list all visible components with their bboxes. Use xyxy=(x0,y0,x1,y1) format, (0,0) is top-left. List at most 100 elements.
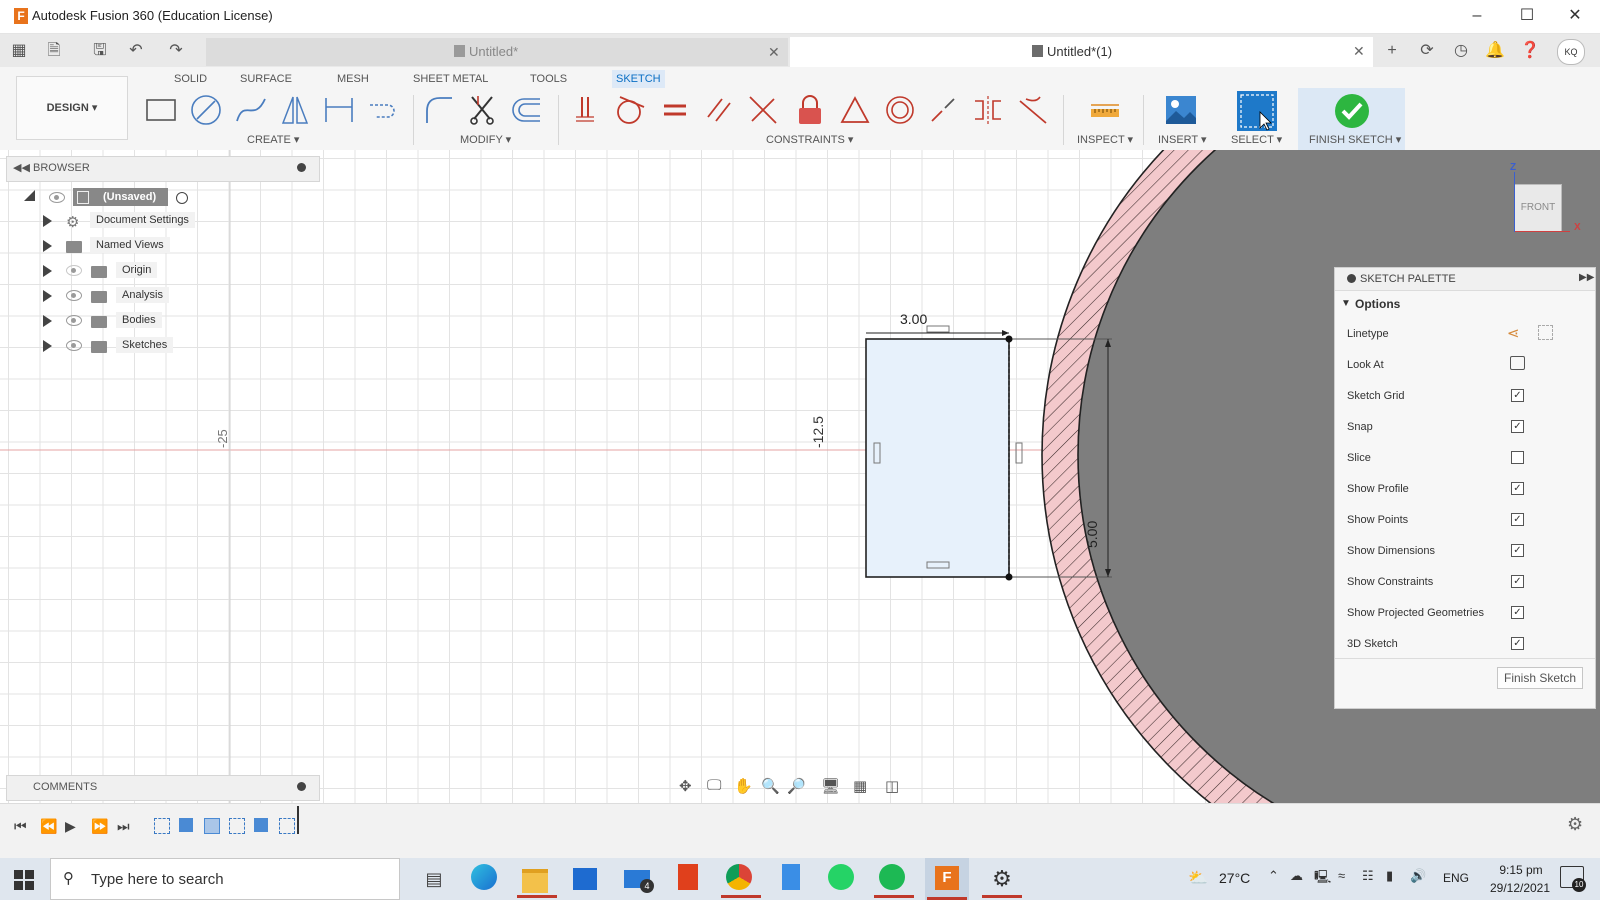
timeline-settings-gear-icon[interactable]: ⚙ xyxy=(1567,814,1583,835)
go-to-start-icon[interactable]: ⏮ xyxy=(14,818,27,835)
task-view-icon[interactable]: ▤ xyxy=(419,864,449,894)
wifi-icon[interactable]: ≈ xyxy=(1338,868,1345,883)
tab-mesh[interactable]: MESH xyxy=(333,70,373,88)
dimension-tool-icon[interactable] xyxy=(322,93,356,127)
show-constraints-checkbox[interactable]: ✓ xyxy=(1511,575,1524,588)
tab-tools[interactable]: TOOLS xyxy=(526,70,571,88)
minimize-button[interactable]: – xyxy=(1462,6,1492,26)
edge-browser-icon[interactable] xyxy=(471,864,501,894)
expand-palette-icon[interactable]: ▶▶ xyxy=(1579,272,1594,283)
modify-menu[interactable]: MODIFY ▾ xyxy=(460,133,511,146)
volume-icon[interactable]: 🔊 xyxy=(1410,868,1426,884)
pin-icon[interactable] xyxy=(297,163,306,172)
office-icon[interactable] xyxy=(675,864,705,894)
mail-icon[interactable]: 4 xyxy=(624,864,654,894)
whatsapp-icon[interactable] xyxy=(828,864,858,894)
file-menu-icon[interactable]: 🗎 xyxy=(42,40,66,62)
redo-icon[interactable]: ↷ xyxy=(164,40,188,62)
show-points-checkbox[interactable]: ✓ xyxy=(1511,513,1524,526)
grid-settings-icon[interactable]: ▦ xyxy=(853,777,867,795)
width-dimension-label[interactable]: 3.00 xyxy=(900,311,927,327)
collinear-constraint-icon[interactable] xyxy=(926,93,960,127)
collapse-caret-icon[interactable]: ▼ xyxy=(1341,298,1351,309)
viewports-icon[interactable]: ◫ xyxy=(885,777,899,795)
network-icon[interactable]: ☷ xyxy=(1362,868,1374,884)
expand-arrow-icon[interactable] xyxy=(43,215,52,227)
document-app-icon[interactable] xyxy=(777,864,807,894)
perpendicular-constraint-icon[interactable] xyxy=(746,93,780,127)
snap-checkbox[interactable]: ✓ xyxy=(1511,420,1524,433)
show-hidden-icons-chevron-icon[interactable]: ⌃ xyxy=(1268,868,1279,884)
root-component[interactable]: (Unsaved) xyxy=(73,188,168,206)
equal-constraint-icon[interactable] xyxy=(658,93,692,127)
undo-icon[interactable]: ↶ xyxy=(124,40,148,62)
save-icon[interactable]: 🖫 xyxy=(88,40,112,62)
measure-ruler-icon[interactable] xyxy=(1088,93,1122,127)
browser-item-bodies[interactable]: Bodies xyxy=(116,312,162,328)
expand-arrow-icon[interactable] xyxy=(43,315,52,327)
expand-arrow-icon[interactable] xyxy=(43,265,52,277)
hidden-eye-icon[interactable] xyxy=(66,265,82,276)
midpoint-constraint-icon[interactable] xyxy=(838,93,872,127)
clock-time[interactable]: 9:15 pm xyxy=(1486,863,1556,877)
battery-icon[interactable]: ▮ xyxy=(1386,868,1393,884)
sketch-grid-checkbox[interactable]: ✓ xyxy=(1511,389,1524,402)
zoom-icon[interactable]: 🔍 xyxy=(761,777,780,795)
go-to-end-icon[interactable]: ⏭ xyxy=(117,818,130,835)
fusion-taskbar-active[interactable]: F xyxy=(925,858,969,900)
centerline-linetype-icon[interactable] xyxy=(1538,325,1553,340)
timeline-marker[interactable] xyxy=(297,806,299,834)
finish-sketch-checkmark-icon[interactable] xyxy=(1334,93,1370,129)
tab-sheet-metal[interactable]: SHEET METAL xyxy=(409,70,492,88)
user-avatar[interactable]: KQ xyxy=(1557,39,1585,65)
language-indicator[interactable]: ENG xyxy=(1443,871,1469,885)
activate-radio-icon[interactable] xyxy=(176,192,188,204)
visibility-eye-icon[interactable] xyxy=(66,340,82,351)
tab-surface[interactable]: SURFACE xyxy=(236,70,296,88)
close-window-button[interactable]: ✕ xyxy=(1560,6,1590,26)
help-icon[interactable]: ❓ xyxy=(1518,40,1542,62)
spotify-icon[interactable] xyxy=(874,864,914,898)
offset-tool-icon[interactable] xyxy=(510,93,544,127)
parallel-constraint-icon[interactable] xyxy=(702,93,736,127)
construction-linetype-icon[interactable]: ⋖ xyxy=(1507,324,1520,342)
viewcube[interactable]: FRONT xyxy=(1514,184,1562,232)
show-profile-checkbox[interactable]: ✓ xyxy=(1511,482,1524,495)
fillet-tool-icon[interactable] xyxy=(422,93,456,127)
offset-dimension-label[interactable]: -12.5 xyxy=(810,416,826,448)
slot-tool-icon[interactable] xyxy=(366,93,400,127)
weather-temperature[interactable]: 27°C xyxy=(1219,870,1250,886)
extensions-icon[interactable]: ⟳ xyxy=(1415,40,1439,62)
pan-hand-icon[interactable]: ✋ xyxy=(734,777,753,795)
select-menu[interactable]: SELECT ▾ xyxy=(1231,133,1282,146)
fit-icon[interactable]: 🔎 xyxy=(787,777,806,795)
tangent-constraint-icon[interactable] xyxy=(614,93,648,127)
coincident-constraint-icon[interactable] xyxy=(570,93,604,127)
height-dimension-label[interactable]: 5.00 xyxy=(1084,521,1100,548)
timeline-extrude-icon[interactable] xyxy=(179,818,193,832)
notifications-icon[interactable]: 🔔 xyxy=(1483,40,1507,62)
spline-tool-icon[interactable] xyxy=(234,93,268,127)
timeline-sketch-icon[interactable] xyxy=(154,818,170,834)
look-at-icon[interactable] xyxy=(1510,356,1525,370)
add-comment-icon[interactable] xyxy=(297,782,306,791)
3d-sketch-checkbox[interactable]: ✓ xyxy=(1511,637,1524,650)
look-at-nav-icon[interactable]: 🖵 xyxy=(707,777,721,794)
visibility-eye-icon[interactable] xyxy=(66,290,82,301)
browser-item-named-views[interactable]: Named Views xyxy=(90,237,170,253)
create-menu[interactable]: CREATE ▾ xyxy=(247,133,299,146)
curvature-constraint-icon[interactable] xyxy=(1016,93,1050,127)
tab-untitled[interactable]: Untitled* ✕ xyxy=(206,38,788,66)
settings-gear-icon[interactable]: ⚙ xyxy=(982,864,1022,898)
new-tab-icon[interactable]: + xyxy=(1380,40,1404,62)
circle-tool-icon[interactable] xyxy=(189,93,223,127)
finish-sketch-button[interactable]: Finish Sketch xyxy=(1497,667,1583,689)
finish-sketch-menu[interactable]: FINISH SKETCH ▾ xyxy=(1309,133,1401,146)
pin-icon[interactable] xyxy=(1347,274,1356,283)
microsoft-store-icon[interactable] xyxy=(573,864,603,894)
mirror-tool-icon[interactable] xyxy=(278,93,312,127)
comments-panel[interactable]: COMMENTS xyxy=(6,775,320,801)
insert-menu[interactable]: INSERT ▾ xyxy=(1158,133,1207,146)
chrome-icon[interactable] xyxy=(721,864,761,898)
insert-image-icon[interactable] xyxy=(1164,93,1198,127)
